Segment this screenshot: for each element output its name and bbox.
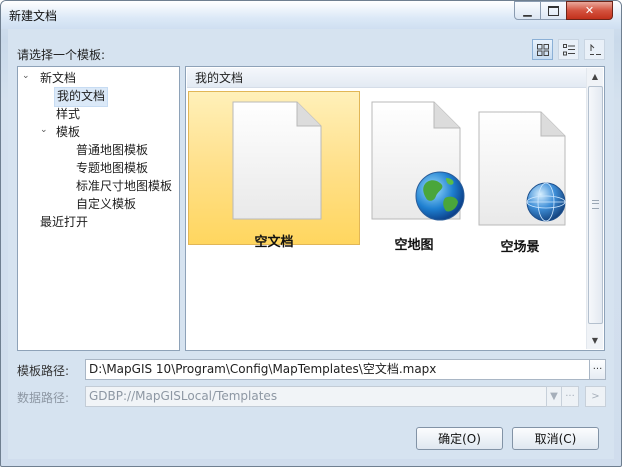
template-item-label: 空场景 bbox=[500, 240, 540, 255]
template-gallery: 我的文档 空文档 空地图 空场景 ▲ ▼ bbox=[185, 66, 605, 351]
tree-item[interactable]: 标准尺寸地图模板 bbox=[74, 177, 174, 195]
list-view-button[interactable] bbox=[558, 39, 579, 60]
scroll-up-button[interactable]: ▲ bbox=[587, 68, 603, 85]
maximize-button[interactable] bbox=[540, 1, 567, 20]
title-bar: 新建文档 ▁ ✕ bbox=[1, 1, 621, 29]
template-item-label: 空文档 bbox=[254, 235, 294, 250]
data-path-label: 数据路径: bbox=[17, 391, 70, 405]
sort-icon bbox=[589, 43, 601, 55]
gallery-vertical-scrollbar[interactable]: ▲ ▼ bbox=[586, 68, 603, 349]
tree-item[interactable]: 最近打开 bbox=[38, 213, 90, 231]
data-path-go-button[interactable]: > bbox=[585, 386, 606, 407]
large-icon-view-button[interactable] bbox=[532, 39, 553, 60]
tree-item[interactable]: 普通地图模板 bbox=[74, 141, 150, 159]
sort-view-button[interactable] bbox=[584, 39, 605, 60]
blank-document-icon bbox=[232, 101, 322, 220]
expand-toggle-icon[interactable]: ⌄ bbox=[22, 72, 31, 81]
tree-item[interactable]: 新文档 bbox=[38, 69, 78, 87]
tree-item[interactable]: 样式 bbox=[54, 105, 82, 123]
data-path-field[interactable]: GDBP://MapGISLocal/Templates bbox=[85, 386, 547, 407]
map-document-icon bbox=[371, 101, 465, 221]
cancel-button[interactable]: 取消(C) bbox=[512, 427, 599, 450]
tree-item[interactable]: 专题地图模板 bbox=[74, 159, 150, 177]
template-prompt: 请选择一个模板: bbox=[17, 48, 106, 62]
template-path-field[interactable]: D:\MapGIS 10\Program\Config\MapTemplates… bbox=[85, 359, 590, 380]
dialog-body: 请选择一个模板: ⌄ 新文档我的文档 样式 ⌄ 模板 普通地图模板 专题地图模板… bbox=[8, 29, 614, 459]
template-item-label: 空地图 bbox=[394, 238, 434, 253]
template-path-label: 模板路径: bbox=[17, 364, 70, 378]
scroll-up-icon: ▲ bbox=[591, 72, 599, 81]
list-view-icon bbox=[562, 43, 575, 55]
scroll-down-button[interactable]: ▼ bbox=[587, 332, 603, 349]
template-item-blank-document[interactable]: 空文档 bbox=[188, 91, 360, 250]
data-path-dropdown-button[interactable]: ▼ bbox=[546, 386, 562, 407]
template-item-blank-scene[interactable]: 空场景 bbox=[471, 91, 569, 255]
expand-toggle-icon[interactable]: ⌄ bbox=[40, 126, 49, 135]
grid-view-icon bbox=[536, 43, 549, 56]
scene-document-icon bbox=[478, 111, 566, 226]
tree-item[interactable]: 模板 bbox=[54, 123, 82, 141]
arrow-right-icon: > bbox=[591, 391, 600, 402]
template-path-browse-button[interactable]: ··· bbox=[589, 359, 606, 380]
new-document-dialog: 新建文档 ▁ ✕ 请选择一个模板: ⌄ 新文档 我的文档 样式 ⌄ 模板 普通地… bbox=[0, 0, 622, 467]
scroll-down-icon: ▼ bbox=[591, 336, 599, 345]
ok-button[interactable]: 确定(O) bbox=[416, 427, 503, 450]
template-item-blank-map[interactable]: 空地图 bbox=[364, 91, 465, 253]
close-button[interactable]: ✕ bbox=[566, 1, 613, 20]
gallery-header: 我的文档 bbox=[187, 68, 587, 88]
minimize-icon: ▁ bbox=[523, 4, 532, 17]
tree-item[interactable]: 我的文档 bbox=[54, 87, 109, 107]
ellipsis-icon: ··· bbox=[592, 364, 603, 375]
window-title: 新建文档 bbox=[9, 9, 58, 23]
minimize-button[interactable]: ▁ bbox=[514, 1, 541, 20]
chevron-down-icon: ▼ bbox=[550, 391, 558, 402]
close-icon: ✕ bbox=[584, 4, 595, 17]
tree-item[interactable]: 自定义模板 bbox=[74, 195, 138, 213]
ellipsis-icon: ··· bbox=[565, 391, 575, 402]
template-category-tree: ⌄ 新文档 我的文档 样式 ⌄ 模板 普通地图模板 专题地图模板 标准尺寸地图模板 自定义模板 最近… bbox=[17, 66, 180, 351]
maximize-icon bbox=[548, 5, 559, 16]
scroll-thumb[interactable] bbox=[588, 86, 603, 324]
data-path-browse-button[interactable]: ··· bbox=[561, 386, 579, 407]
